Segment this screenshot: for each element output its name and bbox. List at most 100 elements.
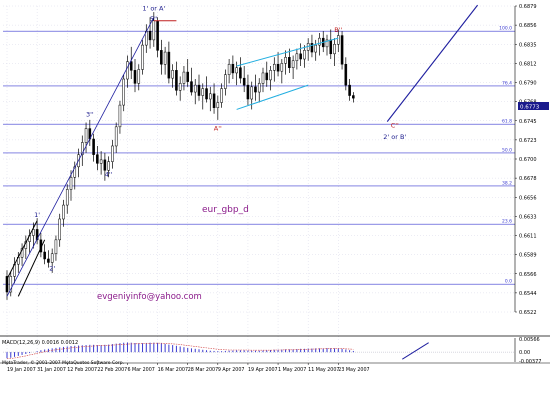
candle-body [284, 57, 287, 64]
candle-body [167, 51, 171, 79]
candle-body [205, 88, 208, 100]
candle-body [209, 93, 212, 100]
candle-body [224, 74, 227, 89]
wave-label: B'' [334, 26, 342, 34]
wave-label: A'' [214, 124, 222, 132]
candle-body [216, 102, 220, 108]
candle-body [175, 70, 178, 91]
candle-body [197, 84, 201, 96]
wave-label: 3'' [86, 110, 94, 118]
fib-level-label: 0.0 [505, 279, 512, 285]
candle-body [193, 84, 197, 93]
price-tick-label: 0.6879 [519, 4, 537, 10]
candle-body [107, 161, 110, 171]
candle-body [333, 44, 336, 55]
candle-body [348, 84, 351, 96]
candle-body [239, 67, 242, 79]
price-tick-label: 0.6700 [519, 157, 537, 163]
time-tick-label: 31 Jan 2007 [37, 367, 66, 373]
candle-body [288, 57, 291, 68]
time-tick-label: 22 Feb 2007 [97, 367, 127, 373]
candle-body [242, 77, 246, 86]
wave-label: C'' [391, 122, 399, 130]
candle-body [54, 239, 58, 255]
candle-body [65, 189, 69, 206]
wave-label: 1' [34, 211, 40, 219]
candle-body [148, 30, 152, 41]
fib-level-label: 50.0 [502, 147, 512, 153]
price-tick-label: 0.6856 [519, 23, 537, 29]
candle-body [118, 104, 122, 128]
candle-body [231, 63, 235, 74]
candle-body [212, 93, 216, 108]
candle-body [246, 84, 250, 100]
candle-body [171, 70, 174, 79]
candle-body [160, 50, 163, 65]
price-tick-label: 0.6678 [519, 176, 537, 182]
fib-level-label: 76.4 [502, 80, 512, 86]
candle-body [122, 78, 125, 106]
current-price-text: 0.6773 [520, 105, 540, 111]
candle-body [190, 81, 193, 93]
chart-background [0, 0, 550, 400]
wave-label: 1' or A' [142, 4, 165, 12]
candle-body [163, 51, 167, 65]
price-tick-label: 0.6745 [519, 119, 537, 125]
time-tick-label: 19 Apr 2007 [248, 367, 278, 373]
macd-tick-label: 0.00 [519, 350, 530, 356]
candle-body [265, 72, 269, 81]
candle-body [352, 95, 355, 99]
candle-body [84, 128, 88, 143]
candle-body [280, 63, 284, 72]
wave-label: 2' or B' [383, 133, 406, 141]
time-tick-label: 11 May 2007 [308, 367, 339, 373]
price-tick-label: 0.6566 [519, 272, 537, 278]
candle-body [291, 60, 295, 68]
candle-body [276, 63, 280, 72]
price-tick-label: 0.6611 [519, 234, 537, 240]
candle-body [269, 70, 272, 81]
candle-body [43, 251, 46, 260]
wave-label: 5'' [150, 15, 158, 23]
time-tick-label: 28 Mar 2007 [188, 367, 218, 373]
candle-body [156, 20, 159, 51]
price-tick-label: 0.6790 [519, 81, 537, 87]
candle-body [133, 70, 137, 84]
candle-body [62, 204, 65, 220]
candle-body [152, 20, 156, 41]
candle-body [50, 253, 54, 263]
candle-body [114, 126, 118, 147]
candle-body [340, 35, 344, 65]
candle-body [299, 53, 302, 60]
candle-body [303, 50, 306, 60]
fib-level-label: 61.8 [502, 119, 512, 125]
chart-window: 100.0 76.4 61.8 50.0 38.2 23.6 0.0 1' 2' 3'' 4'' 1… [0, 0, 550, 400]
candle-body [318, 37, 321, 46]
candle-body [201, 88, 205, 96]
time-tick-label: 16 Mar 2007 [158, 367, 188, 373]
price-tick-label: 0.6633 [519, 214, 537, 220]
symbol-label: eur_gbp_d [202, 205, 249, 215]
candle-body [220, 88, 223, 103]
price-tick-label: 0.6589 [519, 253, 537, 259]
price-tick-label: 0.6835 [519, 42, 537, 48]
candle-body [314, 44, 317, 53]
fib-level-label: 38.2 [502, 180, 512, 186]
price-chart: 100.0 76.4 61.8 50.0 38.2 23.6 0.0 1' 2' 3'' 4'' 1… [0, 0, 550, 400]
candle-body [257, 83, 261, 93]
fib-level-label: 100.0 [499, 26, 512, 32]
candle-body [344, 63, 348, 86]
candle-body [103, 159, 107, 171]
price-tick-label: 0.6656 [519, 195, 537, 201]
candle-body [92, 138, 95, 155]
current-price-marker: 0.6773 [518, 102, 549, 111]
wave-label: 2' [49, 264, 55, 272]
candle-body [186, 71, 189, 82]
candle-body [250, 86, 253, 100]
time-tick-label: 6 Mar 2007 [127, 367, 154, 373]
price-tick-label: 0.6723 [519, 138, 537, 144]
time-tick-label: 9 Apr 2007 [218, 367, 245, 373]
macd-label: MACD(12,26,9) 0.0016 0.0012 [2, 340, 78, 346]
candle-body [58, 218, 61, 241]
candle-body [141, 44, 144, 70]
